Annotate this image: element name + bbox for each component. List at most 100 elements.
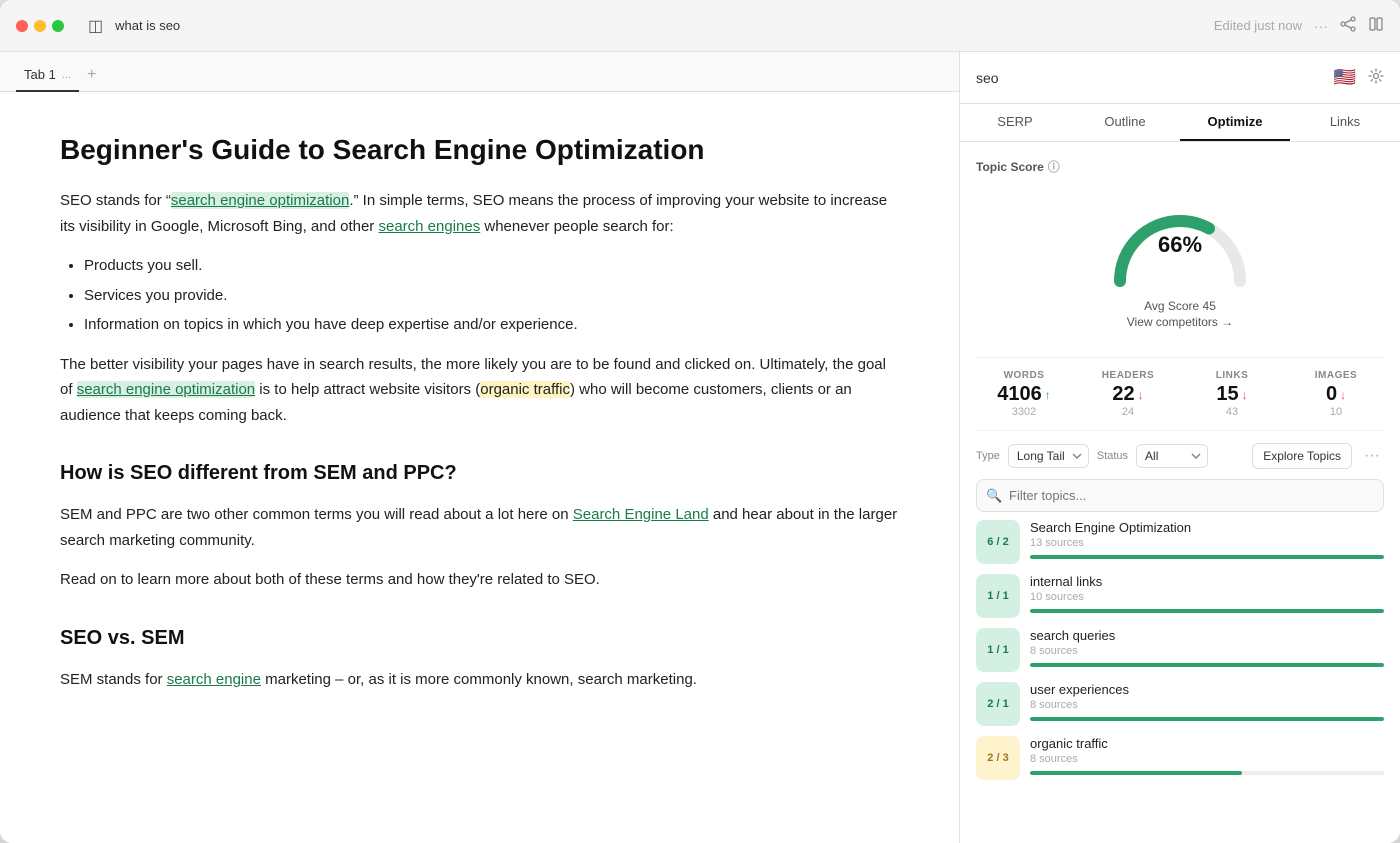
stat-words-value: 4106 ↑	[976, 383, 1072, 406]
tab-add-button[interactable]: +	[79, 58, 104, 92]
info-icon[interactable]: ⓘ	[1048, 158, 1060, 175]
traffic-lights	[16, 20, 64, 32]
topic-info: search queries 8 sources	[1030, 628, 1384, 667]
topic-item: 1 / 1 internal links 10 sources	[976, 574, 1384, 618]
tab-1-dots[interactable]: ...	[62, 69, 71, 81]
topic-sources: 10 sources	[1030, 591, 1384, 603]
explore-topics-button[interactable]: Explore Topics	[1252, 443, 1352, 469]
topic-bar-track	[1030, 717, 1384, 721]
topic-bar-fill	[1030, 609, 1384, 613]
topic-badge: 1 / 1	[976, 628, 1020, 672]
topic-item: 1 / 1 search queries 8 sources	[976, 628, 1384, 672]
paragraph-2: The better visibility your pages have in…	[60, 352, 899, 429]
right-tabs: SERP Outline Optimize Links	[960, 104, 1400, 142]
stat-images-value: 0 ↓	[1288, 383, 1384, 406]
paragraph-3: SEM and PPC are two other common terms y…	[60, 502, 899, 553]
filter-input-container: 🔍	[976, 479, 1384, 512]
topic-bar-fill	[1030, 771, 1242, 775]
headers-arrow: ↓	[1138, 388, 1144, 402]
topic-name: organic traffic	[1030, 736, 1384, 751]
links-arrow: ↓	[1242, 388, 1248, 402]
seo-search-input[interactable]	[976, 70, 1322, 86]
topic-item: 2 / 1 user experiences 8 sources	[976, 682, 1384, 726]
tabs-bar: Tab 1 ... +	[0, 52, 959, 92]
layout-icon[interactable]	[1368, 16, 1384, 35]
titlebar: ◫ what is seo Edited just now ···	[0, 0, 1400, 52]
topic-sources: 13 sources	[1030, 537, 1384, 549]
avg-score: Avg Score 45	[976, 299, 1384, 313]
gauge-percent-text: 66%	[1158, 232, 1202, 258]
main-layout: Tab 1 ... + Beginner's Guide to Search E…	[0, 52, 1400, 843]
fullscreen-button[interactable]	[52, 20, 64, 32]
stat-words-compare: 3302	[976, 406, 1072, 418]
stats-row: WORDS 4106 ↑ 3302 HEADERS 22 ↓ 24	[976, 357, 1384, 431]
topic-score-label: Topic Score ⓘ	[976, 158, 1384, 175]
link-search-engines[interactable]: search engines	[378, 218, 480, 235]
editor-panel: Tab 1 ... + Beginner's Guide to Search E…	[0, 52, 960, 843]
topic-info: user experiences 8 sources	[1030, 682, 1384, 721]
topic-bar-track	[1030, 663, 1384, 667]
stat-headers-label: HEADERS	[1080, 370, 1176, 381]
app-window: ◫ what is seo Edited just now ···	[0, 0, 1400, 843]
heading-seo-vs-sem: SEO vs. SEM	[60, 621, 899, 655]
bullet-3: Information on topics in which you have …	[84, 312, 899, 338]
bullet-1: Products you sell.	[84, 253, 899, 279]
topic-badge: 2 / 3	[976, 736, 1020, 780]
stat-headers-compare: 24	[1080, 406, 1176, 418]
link-search-engine-land[interactable]: Search Engine Land	[573, 506, 709, 523]
settings-icon[interactable]	[1368, 68, 1384, 87]
topic-list: 6 / 2 Search Engine Optimization 13 sour…	[976, 520, 1384, 780]
words-arrow: ↑	[1045, 388, 1051, 402]
topic-badge: 1 / 1	[976, 574, 1020, 618]
view-competitors-link[interactable]: View competitors →	[976, 315, 1384, 329]
more-options-button[interactable]: ···	[1360, 445, 1384, 467]
stat-images-compare: 10	[1288, 406, 1384, 418]
tab-outline[interactable]: Outline	[1070, 104, 1180, 141]
topic-bar-track	[1030, 771, 1384, 775]
filter-topics-input[interactable]	[976, 479, 1384, 512]
status-select[interactable]: All Used Unused	[1136, 444, 1208, 468]
topic-sources: 8 sources	[1030, 699, 1384, 711]
topic-info: organic traffic 8 sources	[1030, 736, 1384, 775]
link-seo-2[interactable]: search engine optimization	[77, 381, 255, 398]
topic-info: Search Engine Optimization 13 sources	[1030, 520, 1384, 559]
stat-headers-value: 22 ↓	[1080, 383, 1176, 406]
topic-bar-track	[1030, 555, 1384, 559]
gauge-chart: 66%	[1100, 191, 1260, 291]
right-panel: 🇺🇸 SERP Outline Optimize Links Topic Sco…	[960, 52, 1400, 843]
share-icon[interactable]	[1340, 16, 1356, 35]
minimize-button[interactable]	[34, 20, 46, 32]
link-search-engine-2[interactable]: search engine	[167, 671, 261, 688]
topic-name: user experiences	[1030, 682, 1384, 697]
tab-serp[interactable]: SERP	[960, 104, 1070, 141]
more-options-icon[interactable]: ···	[1314, 18, 1328, 34]
document-title: what is seo	[115, 18, 1202, 33]
topic-bar-fill	[1030, 663, 1384, 667]
topic-badge: 6 / 2	[976, 520, 1020, 564]
images-arrow: ↓	[1340, 388, 1346, 402]
stat-links-value: 15 ↓	[1184, 383, 1280, 406]
tab-links[interactable]: Links	[1290, 104, 1400, 141]
filters-row: Type Long Tail Short Tail Status All Use…	[976, 443, 1384, 469]
stat-words-label: WORDS	[976, 370, 1072, 381]
topic-name: Search Engine Optimization	[1030, 520, 1384, 535]
tab-1[interactable]: Tab 1 ...	[16, 59, 79, 92]
topic-score-section: 66% Avg Score 45 View competitors →	[976, 183, 1384, 345]
type-select[interactable]: Long Tail Short Tail	[1008, 444, 1089, 468]
status-label: Status	[1097, 450, 1128, 462]
topic-bar-fill	[1030, 717, 1384, 721]
stat-images: IMAGES 0 ↓ 10	[1288, 370, 1384, 418]
tab-optimize[interactable]: Optimize	[1180, 104, 1290, 141]
link-seo-1[interactable]: search engine optimization	[171, 192, 349, 209]
right-panel-content: Topic Score ⓘ 66% Avg Score 45	[960, 142, 1400, 843]
article-title: Beginner's Guide to Search Engine Optimi…	[60, 132, 899, 168]
flag-icon: 🇺🇸	[1334, 67, 1356, 88]
topic-badge: 2 / 1	[976, 682, 1020, 726]
topic-item: 2 / 3 organic traffic 8 sources	[976, 736, 1384, 780]
topic-sources: 8 sources	[1030, 645, 1384, 657]
type-label: Type	[976, 450, 1000, 462]
titlebar-right-actions: Edited just now ···	[1214, 16, 1384, 35]
sidebar-toggle-icon[interactable]: ◫	[88, 16, 103, 36]
stat-images-label: IMAGES	[1288, 370, 1384, 381]
close-button[interactable]	[16, 20, 28, 32]
